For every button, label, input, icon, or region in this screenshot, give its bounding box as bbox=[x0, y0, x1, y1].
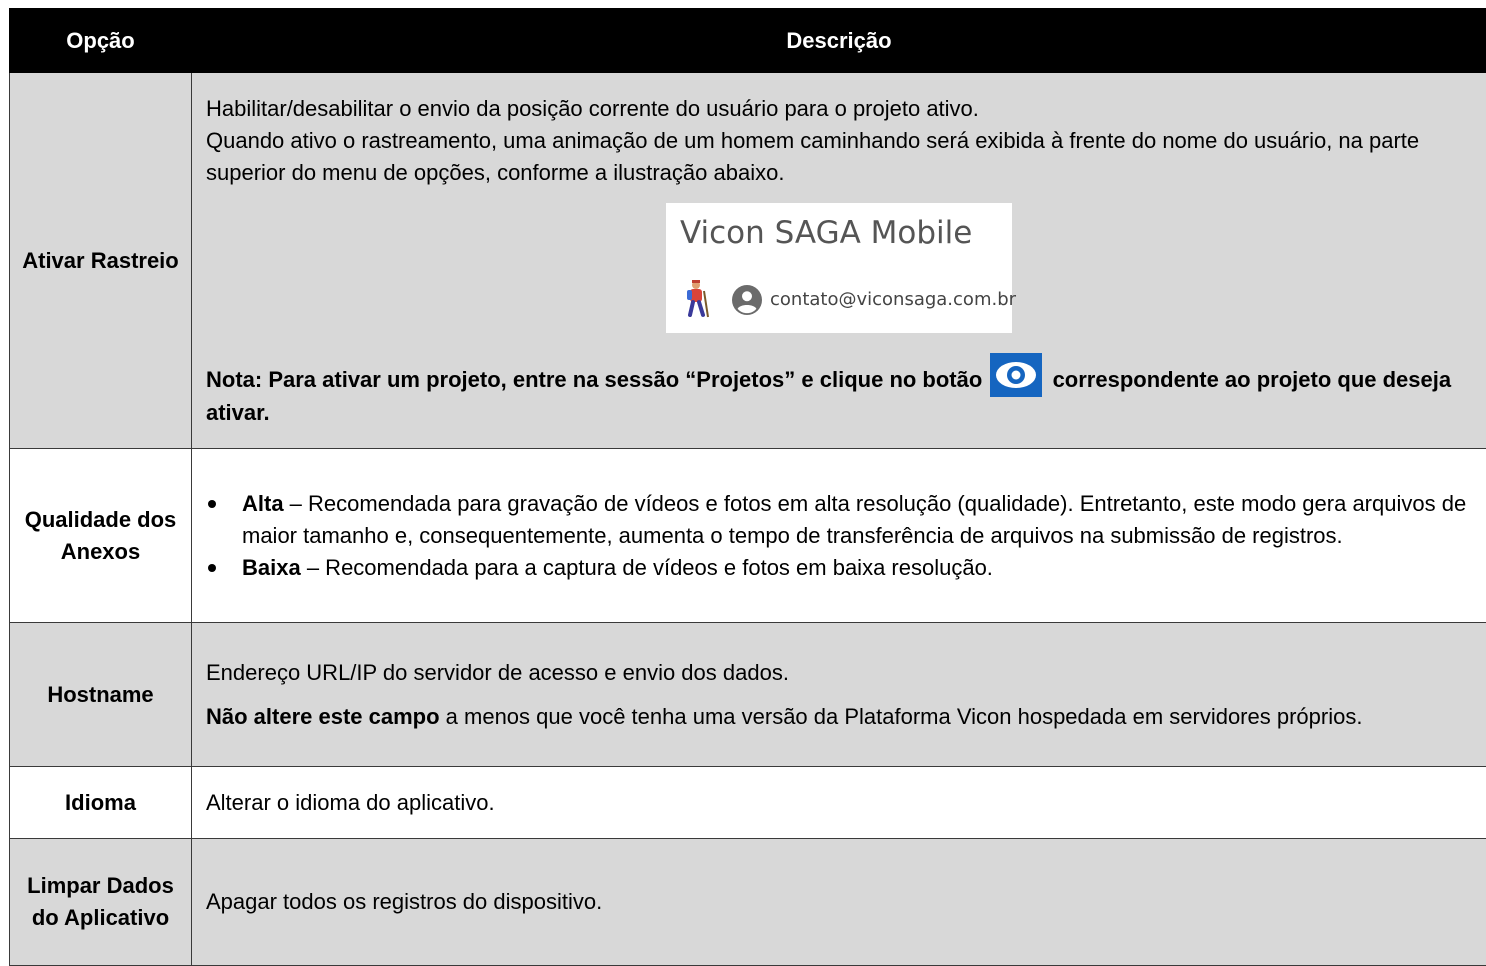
hostname-warning: Não altere este campo a menos que você t… bbox=[206, 689, 1472, 733]
description-clear-data: Apagar todos os registros do dispositivo… bbox=[192, 839, 1486, 966]
options-table-grid: Opção Descrição Ativar Rastreio Habilita… bbox=[9, 8, 1486, 966]
header-row: Opção Descrição bbox=[10, 9, 1486, 73]
description-quality: Alta – Recomendada para gravação de víde… bbox=[192, 449, 1486, 623]
list-item: Alta – Recomendada para gravação de víde… bbox=[242, 488, 1472, 552]
eye-icon bbox=[990, 353, 1042, 397]
option-tracking: Ativar Rastreio bbox=[10, 73, 192, 449]
tracking-line-2: Quando ativo o rastreamento, uma animaçã… bbox=[206, 125, 1472, 189]
header-option: Opção bbox=[10, 9, 192, 73]
quality-list: Alta – Recomendada para gravação de víde… bbox=[206, 488, 1472, 584]
hostname-line-1: Endereço URL/IP do servidor de acesso e … bbox=[206, 657, 1472, 689]
quality-low-term: Baixa bbox=[242, 555, 301, 580]
options-table: Opção Descrição Ativar Rastreio Habilita… bbox=[9, 8, 1486, 966]
description-language: Alterar o idioma do aplicativo. bbox=[192, 767, 1486, 839]
tracking-sample-image: Vicon SAGA Mobile contato@vic bbox=[666, 203, 1012, 333]
tracking-line-1: Habilitar/desabilitar o envio da posição… bbox=[206, 93, 1472, 125]
table-row: Limpar Dados do Aplicativo Apagar todos … bbox=[10, 839, 1486, 966]
option-clear-data: Limpar Dados do Aplicativo bbox=[10, 839, 192, 966]
hiker-icon bbox=[682, 279, 712, 319]
hostname-warning-bold: Não altere este campo bbox=[206, 704, 440, 729]
table-row: Hostname Endereço URL/IP do servidor de … bbox=[10, 623, 1486, 767]
quality-high-text: – Recomendada para gravação de vídeos e … bbox=[242, 491, 1466, 548]
bullet-icon bbox=[208, 564, 216, 572]
note-text-before: Nota: Para ativar um projeto, entre na s… bbox=[206, 367, 982, 392]
option-language: Idioma bbox=[10, 767, 192, 839]
header-description: Descrição bbox=[192, 9, 1486, 73]
quality-low-text: – Recomendada para a captura de vídeos e… bbox=[301, 555, 993, 580]
sample-app-title: Vicon SAGA Mobile bbox=[680, 213, 972, 253]
table-row: Idioma Alterar o idioma do aplicativo. bbox=[10, 767, 1486, 839]
quality-high-term: Alta bbox=[242, 491, 284, 516]
tracking-note: Nota: Para ativar um projeto, entre na s… bbox=[206, 353, 1472, 429]
option-quality: Qualidade dos Anexos bbox=[10, 449, 192, 623]
hostname-warning-text: a menos que você tenha uma versão da Pla… bbox=[440, 704, 1363, 729]
sample-email: contato@viconsaga.com.br bbox=[770, 283, 1016, 317]
bullet-icon bbox=[208, 500, 216, 508]
list-item: Baixa – Recomendada para a captura de ví… bbox=[242, 552, 1472, 584]
option-hostname: Hostname bbox=[10, 623, 192, 767]
description-tracking: Habilitar/desabilitar o envio da posição… bbox=[192, 73, 1486, 449]
account-circle-icon bbox=[732, 285, 762, 315]
table-row: Ativar Rastreio Habilitar/desabilitar o … bbox=[10, 73, 1486, 449]
table-row: Qualidade dos Anexos Alta – Recomendada … bbox=[10, 449, 1486, 623]
description-hostname: Endereço URL/IP do servidor de acesso e … bbox=[192, 623, 1486, 767]
